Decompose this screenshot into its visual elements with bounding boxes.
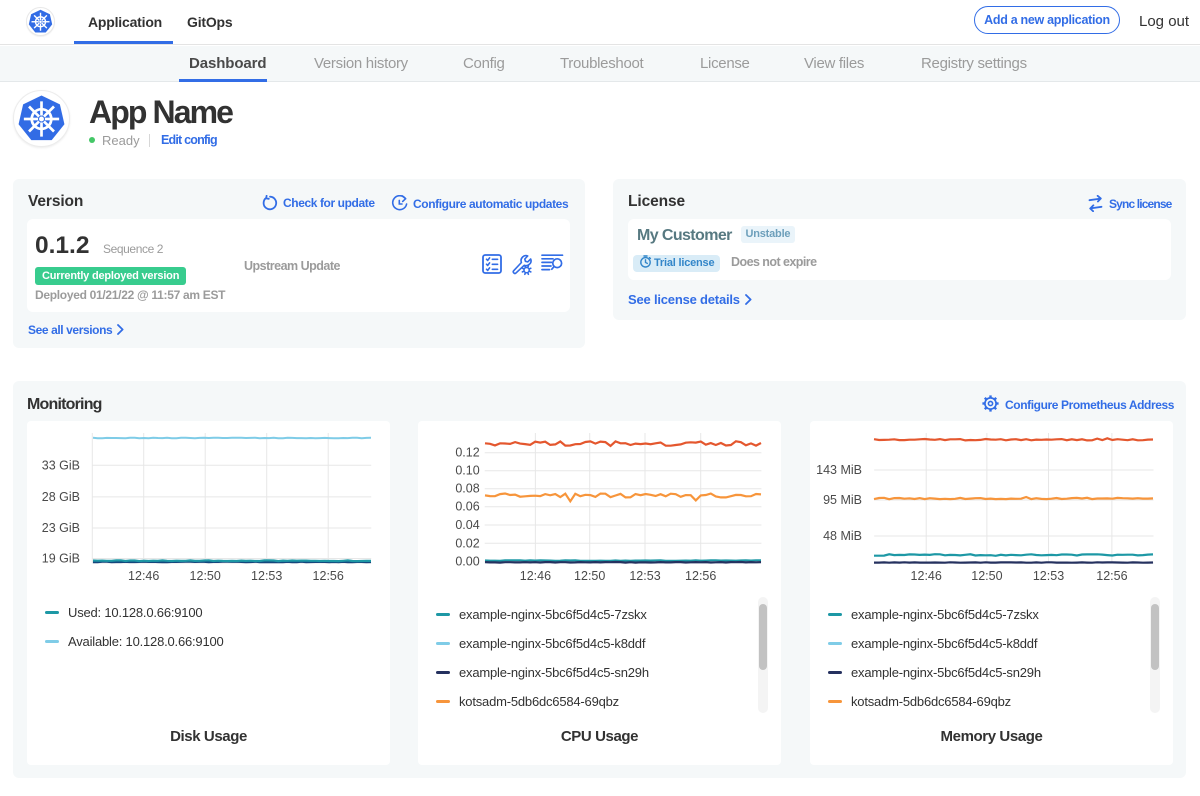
svg-text:12:46: 12:46	[128, 569, 159, 583]
svg-text:12:50: 12:50	[190, 569, 221, 583]
svg-text:19 GiB: 19 GiB	[42, 552, 80, 566]
svg-text:0.06: 0.06	[455, 500, 479, 514]
svg-text:95 MiB: 95 MiB	[823, 493, 862, 507]
svg-text:12:46: 12:46	[911, 569, 942, 583]
svg-text:12:46: 12:46	[520, 569, 551, 583]
svg-text:0.08: 0.08	[455, 482, 479, 496]
svg-text:12:50: 12:50	[574, 569, 605, 583]
svg-text:0.12: 0.12	[455, 446, 479, 460]
svg-text:143 MiB: 143 MiB	[816, 463, 862, 477]
svg-text:12:56: 12:56	[313, 569, 344, 583]
svg-text:28 GiB: 28 GiB	[42, 490, 80, 504]
svg-text:12:53: 12:53	[1033, 569, 1064, 583]
svg-text:12:50: 12:50	[971, 569, 1002, 583]
svg-text:33 GiB: 33 GiB	[42, 458, 80, 472]
svg-text:0.10: 0.10	[455, 464, 479, 478]
svg-text:12:56: 12:56	[685, 569, 716, 583]
svg-text:0.04: 0.04	[455, 518, 479, 532]
svg-text:0.02: 0.02	[455, 536, 479, 550]
svg-text:48 MiB: 48 MiB	[823, 529, 862, 543]
svg-text:0.00: 0.00	[455, 555, 479, 569]
svg-text:23 GiB: 23 GiB	[42, 521, 80, 535]
svg-text:12:53: 12:53	[251, 569, 282, 583]
svg-text:12:53: 12:53	[629, 569, 660, 583]
svg-text:12:56: 12:56	[1096, 569, 1127, 583]
